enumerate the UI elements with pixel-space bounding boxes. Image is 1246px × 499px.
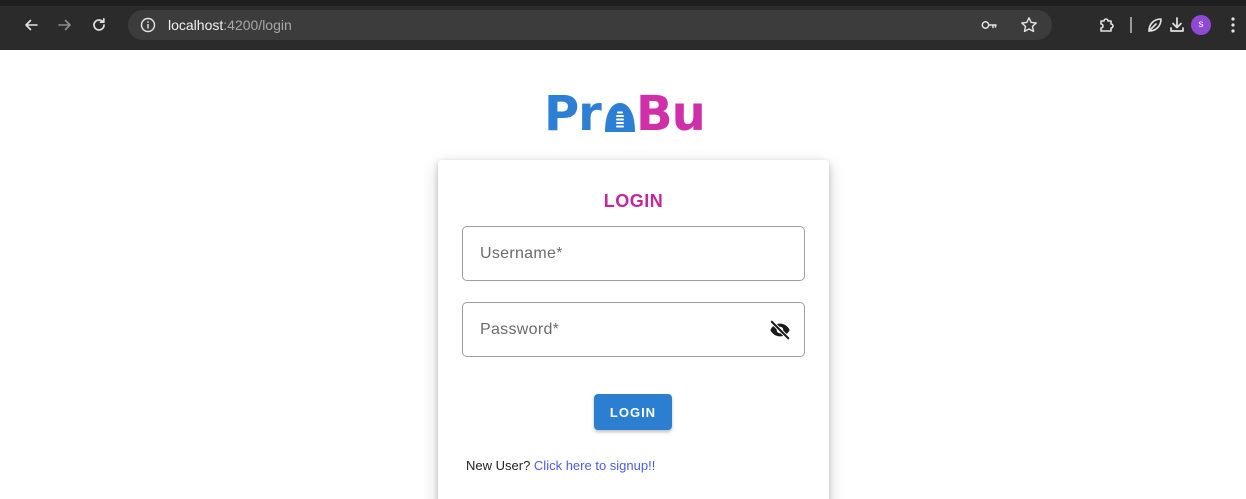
eye-off-icon [769,319,791,341]
login-button[interactable]: LOGIN [594,394,672,430]
username-field[interactable] [462,226,805,281]
logo-text-bu: Bu [636,86,706,142]
forward-button[interactable] [52,12,78,38]
browser-toolbar: localhost:4200/login s [0,0,1246,50]
username-input[interactable] [478,227,768,280]
signup-link[interactable]: Click here to signup!! [534,458,655,473]
coin-stack-icon [605,103,635,132]
tab-strip-edge [0,0,1246,6]
back-button[interactable] [18,12,44,38]
puzzle-icon[interactable] [1097,15,1117,35]
login-page: Pr Bu LOGIN LOGI [0,50,1246,499]
kebab-menu-icon[interactable] [1228,15,1238,35]
url-host: localhost [168,17,224,33]
reload-button[interactable] [86,12,112,38]
password-field[interactable] [462,302,805,357]
download-icon[interactable] [1167,15,1187,35]
arrow-right-icon [58,19,71,31]
signup-prompt: New User? Click here to signup!! [466,458,655,474]
star-icon[interactable] [1020,16,1038,34]
arrow-left-icon [25,19,38,31]
key-icon[interactable] [980,16,998,34]
leaf-icon[interactable] [1145,15,1165,35]
login-title: LOGIN [603,191,664,211]
address-bar[interactable]: localhost:4200/login [128,10,1052,40]
logo-text-pr: Pr [544,86,602,142]
reload-icon [93,17,105,31]
probu-logo: Pr Bu [544,86,724,142]
info-icon[interactable] [140,17,156,33]
new-user-label: New User? [466,458,534,473]
url-path: :4200/login [223,17,292,33]
toggle-password-visibility-button[interactable] [768,318,792,342]
password-input[interactable] [478,303,768,356]
toolbar-divider [1130,17,1132,33]
url-text[interactable]: localhost:4200/login [168,17,292,33]
profile-avatar[interactable]: s [1191,15,1211,35]
login-card: LOGIN LOGIN New User? Click here to sign… [438,160,829,499]
